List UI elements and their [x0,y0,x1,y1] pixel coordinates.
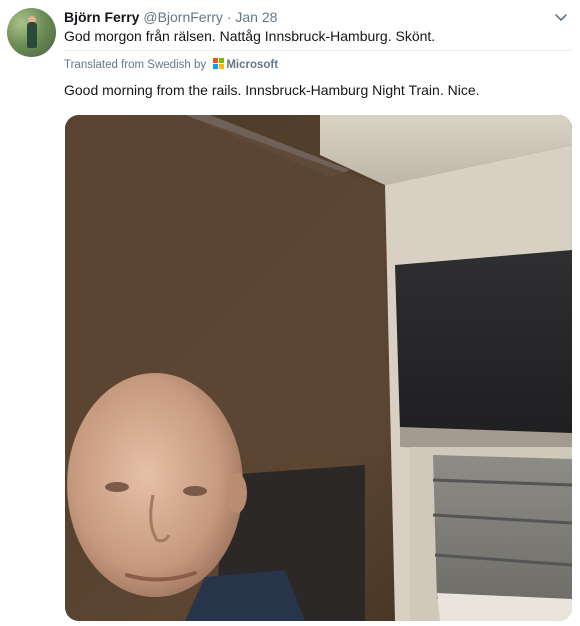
window-view-tracks [433,455,572,605]
divider [64,50,572,51]
avatar[interactable] [7,8,56,57]
translated-label: Translated from Swedish by [64,59,207,71]
display-name[interactable]: Björn Ferry [64,9,139,25]
tweet-date[interactable]: Jan 28 [235,9,277,25]
chevron-down-icon[interactable] [554,10,568,24]
avatar-figure-shape [27,22,37,48]
tweet-card: Björn Ferry @BjornFerry · Jan 28 God mor… [0,0,580,626]
microsoft-logo-icon [213,58,225,69]
separator-dot: · [226,9,232,25]
translated-text: Good morning from the rails. Innsbruck-H… [64,82,480,98]
tweet-text: God morgon från rälsen. Nattåg Innsbruck… [64,28,436,44]
translation-attribution: Translated from Swedish by Microsoft [64,57,278,73]
user-handle[interactable]: @BjornFerry [143,9,223,25]
person-head [67,373,243,597]
window-blind [395,250,572,435]
tweet-photo[interactable] [65,115,572,621]
translator-name: Microsoft [226,59,279,71]
tweet-header: Björn Ferry @BjornFerry · Jan 28 [64,8,277,26]
